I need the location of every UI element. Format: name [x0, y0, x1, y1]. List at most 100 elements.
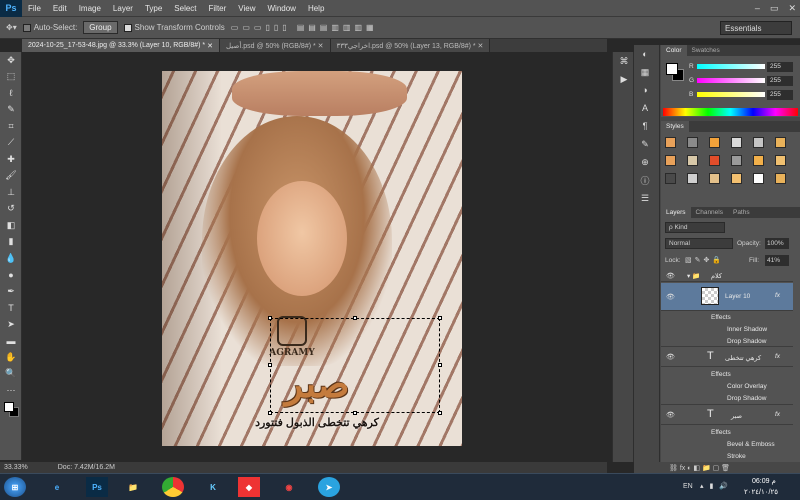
menu-window[interactable]: Window — [262, 4, 302, 13]
channel-b-slider[interactable] — [697, 92, 765, 97]
menu-image[interactable]: Image — [73, 4, 107, 13]
effect-item[interactable]: Drop Shadow — [727, 338, 766, 345]
red-app-icon[interactable]: ◉ — [278, 477, 300, 497]
channel-r-value[interactable]: 255 — [767, 62, 793, 72]
color-panel-icon[interactable]: ◐ — [634, 45, 656, 63]
style-swatch[interactable] — [687, 137, 698, 148]
style-swatch[interactable] — [775, 155, 786, 166]
tab-styles[interactable]: Styles — [661, 121, 689, 132]
transform-handle[interactable] — [438, 411, 442, 415]
workspace-dropdown[interactable]: Essentials — [720, 21, 792, 35]
tab-swatches[interactable]: Swatches — [687, 45, 725, 56]
tab-document-3[interactable]: اخراجي٣٣٣.psd @ 50% (Layer 13, RGB/8#) *… — [330, 39, 491, 52]
style-swatch[interactable] — [709, 155, 720, 166]
blend-mode-dropdown[interactable]: Normal — [665, 238, 733, 249]
menu-edit[interactable]: Edit — [47, 4, 73, 13]
healing-brush-tool-icon[interactable]: ✚ — [0, 151, 22, 168]
move-tool-preset-icon[interactable]: ✥▾ — [6, 23, 17, 32]
fx-icon[interactable]: fx — [775, 353, 780, 360]
eye-icon[interactable]: 👁 — [666, 411, 675, 419]
style-swatch[interactable] — [753, 137, 764, 148]
foreground-color-swatch[interactable] — [4, 402, 14, 412]
type-tool-icon[interactable]: T — [0, 300, 22, 317]
eye-icon[interactable]: 👁 — [666, 272, 675, 280]
channel-g-slider[interactable] — [697, 78, 765, 83]
transform-box[interactable] — [268, 316, 442, 415]
eye-icon[interactable]: 👁 — [666, 293, 675, 301]
gradient-tool-icon[interactable]: ▮ — [0, 234, 22, 251]
fx-icon[interactable]: fx — [775, 411, 780, 418]
style-swatch[interactable] — [753, 155, 764, 166]
move-tool-icon[interactable]: ✥ — [0, 52, 22, 69]
tab-paths[interactable]: Paths — [728, 207, 755, 218]
menu-select[interactable]: Select — [168, 4, 202, 13]
shape-tool-icon[interactable]: ▬ — [0, 333, 22, 350]
style-swatch[interactable] — [665, 173, 676, 184]
menu-filter[interactable]: Filter — [203, 4, 233, 13]
photoshop-taskbar-icon[interactable]: Ps — [86, 477, 108, 497]
close-button[interactable]: ✕ — [788, 3, 796, 14]
transform-handle[interactable] — [353, 411, 357, 415]
style-swatch[interactable] — [709, 173, 720, 184]
language-indicator[interactable]: EN — [683, 483, 693, 490]
swatches-panel-icon[interactable]: ▦ — [634, 63, 656, 81]
clone-source-panel-icon[interactable]: ⊕ — [634, 153, 656, 171]
anydesk-icon[interactable]: ◆ — [238, 477, 260, 497]
effect-item[interactable]: Drop Shadow — [727, 395, 766, 402]
start-button-icon[interactable]: ⊞ — [4, 477, 26, 497]
adjustments-panel-icon[interactable]: ◑ — [634, 81, 656, 99]
tab-color[interactable]: Color — [661, 45, 687, 56]
transform-handle[interactable] — [268, 363, 272, 367]
tab-document-2[interactable]: أصيل.psd @ 50% (RGB/8#) * ✕ — [219, 39, 331, 52]
align-icons[interactable]: ▭▭▭▯▯▯ — [231, 23, 291, 32]
layer-row[interactable]: 👁 T صبر fx — [661, 405, 793, 425]
app-2018-icon[interactable]: K — [202, 477, 224, 497]
menu-layer[interactable]: Layer — [107, 4, 139, 13]
style-swatch[interactable] — [687, 173, 698, 184]
distribute-icons[interactable]: ▤▤▤▥▥▥▦ — [297, 23, 378, 32]
style-swatch[interactable] — [665, 137, 676, 148]
style-swatch[interactable] — [775, 173, 786, 184]
info-panel-icon[interactable]: ⓘ — [634, 171, 656, 189]
properties-panel-icon[interactable]: ☰ — [634, 189, 656, 207]
effect-item[interactable]: Bevel & Emboss — [727, 441, 775, 448]
channel-g-value[interactable]: 255 — [767, 76, 793, 86]
show-transform-checkbox[interactable]: Show Transform Controls — [123, 23, 225, 32]
brush-tool-icon[interactable]: 🖌 — [0, 168, 22, 185]
character-panel-icon[interactable]: A — [634, 99, 656, 117]
layer-row[interactable]: 👁 T كرهي تتخطى fx — [661, 347, 793, 367]
history-brush-tool-icon[interactable]: ↺ — [0, 201, 22, 218]
ie-icon[interactable]: e — [46, 477, 68, 497]
actions-panel-icon[interactable]: ▶ — [613, 70, 635, 88]
tab-layers[interactable]: Layers — [661, 207, 691, 218]
menu-view[interactable]: View — [232, 4, 261, 13]
layer-group-row[interactable]: 👁 ▾ 📁 كلام — [661, 269, 793, 282]
more-tools-icon[interactable]: ⋯ — [0, 382, 22, 399]
history-panel-icon[interactable]: ⌘ — [613, 52, 635, 70]
transform-handle[interactable] — [268, 411, 272, 415]
style-swatch[interactable] — [731, 155, 742, 166]
document-canvas[interactable]: AGRAMY صبر كرهي تتخطى الذبول فتتورد — [162, 71, 462, 446]
hand-tool-icon[interactable]: ✋ — [0, 349, 22, 366]
quick-select-tool-icon[interactable]: ✎ — [0, 102, 22, 119]
channel-r-slider[interactable] — [697, 64, 765, 69]
channel-b-value[interactable]: 255 — [767, 90, 793, 100]
effect-item[interactable]: Stroke — [727, 453, 746, 460]
opacity-value[interactable]: 100% — [765, 238, 789, 249]
path-select-tool-icon[interactable]: ➤ — [0, 316, 22, 333]
transform-handle[interactable] — [438, 363, 442, 367]
transform-handle[interactable] — [438, 316, 442, 320]
chrome-icon[interactable] — [162, 477, 184, 497]
zoom-level[interactable]: 33.33% — [4, 464, 28, 471]
color-spectrum[interactable] — [663, 108, 798, 116]
auto-select-dropdown[interactable]: Group — [83, 21, 118, 34]
blur-tool-icon[interactable]: 💧 — [0, 250, 22, 267]
lasso-tool-icon[interactable]: ℓ — [0, 85, 22, 102]
style-swatch[interactable] — [731, 173, 742, 184]
explorer-icon[interactable]: 📁 — [122, 477, 144, 497]
tray-icons[interactable]: ▴ ▮ 🔊 — [700, 482, 730, 490]
marquee-tool-icon[interactable]: ⬚ — [0, 69, 22, 86]
style-swatch[interactable] — [709, 137, 720, 148]
effect-item[interactable]: Inner Shadow — [727, 326, 767, 333]
layer-filter-dropdown[interactable]: ρ Kind — [665, 222, 725, 233]
